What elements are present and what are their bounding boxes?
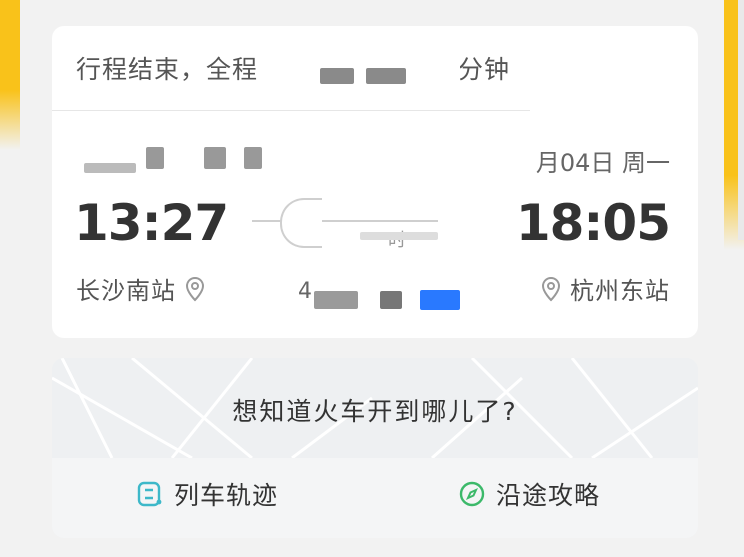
- train-number: 4: [298, 279, 312, 304]
- redacted-duration-label: [360, 232, 438, 240]
- summary-divider: [52, 110, 530, 111]
- redacted-train-number: [314, 291, 358, 309]
- depart-station-label: 长沙南站: [76, 277, 176, 305]
- location-pin-icon: [185, 276, 205, 301]
- depart-station[interactable]: 长沙南站: [76, 271, 206, 306]
- redacted-date: [84, 163, 136, 173]
- arrive-station-label: 杭州东站: [570, 277, 670, 305]
- train-track-button[interactable]: 列车轨迹: [136, 476, 278, 512]
- arrive-station[interactable]: 杭州东站: [540, 271, 670, 306]
- trip-summary: 行程结束，全程 分钟: [76, 48, 526, 110]
- route-track-icon: [137, 481, 162, 507]
- summary-suffix: 分钟: [458, 55, 511, 84]
- trip-card[interactable]: 行程结束，全程 分钟 月04日 周一 13:27 18:05 时 长沙南站 4: [52, 26, 698, 338]
- compass-icon: [459, 481, 485, 507]
- redacted-date: [244, 147, 262, 169]
- redacted-duration-mark: [366, 68, 406, 84]
- yellow-background-left: [0, 0, 20, 150]
- train-location-question: 想知道火车开到哪儿了?: [232, 397, 518, 426]
- travel-guide-label: 沿途攻略: [496, 481, 601, 510]
- location-pin-icon: [541, 276, 561, 301]
- arrive-time: 18:05: [515, 194, 671, 252]
- depart-time: 13:27: [74, 194, 229, 252]
- travel-guide-button[interactable]: 沿途攻略: [458, 476, 600, 512]
- redacted-duration-mark: [320, 68, 354, 84]
- duration-connector: [280, 198, 322, 248]
- arrive-date: 月04日 周一: [535, 149, 670, 177]
- summary-prefix: 行程结束，全程: [76, 55, 259, 84]
- depart-date: [76, 143, 262, 179]
- train-track-label: 列车轨迹: [174, 481, 279, 510]
- yellow-background-right: [724, 0, 744, 250]
- redacted-train-number-link[interactable]: [420, 290, 460, 310]
- train-location-card[interactable]: 想知道火车开到哪儿了? 列车轨迹 沿途攻略: [52, 358, 698, 538]
- redacted-train-number: [380, 291, 402, 309]
- redacted-date: [146, 147, 164, 169]
- redacted-date: [204, 147, 226, 169]
